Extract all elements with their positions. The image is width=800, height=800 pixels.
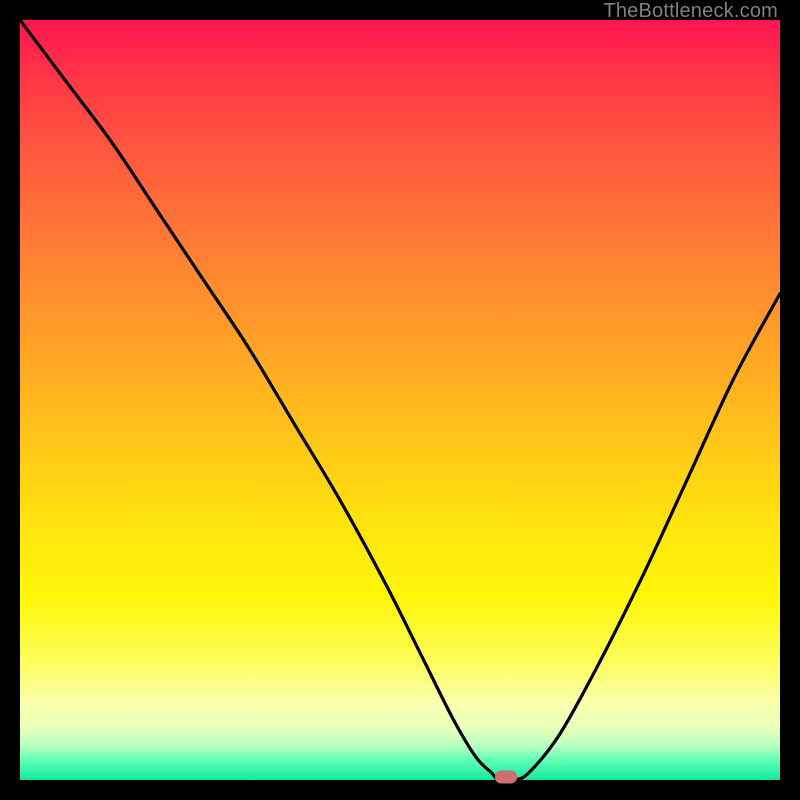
bottleneck-curve [20,20,780,780]
optimal-point-marker [495,771,517,784]
chart-frame: TheBottleneck.com [0,0,800,800]
plot-area [20,20,780,780]
watermark-label: TheBottleneck.com [603,0,778,23]
